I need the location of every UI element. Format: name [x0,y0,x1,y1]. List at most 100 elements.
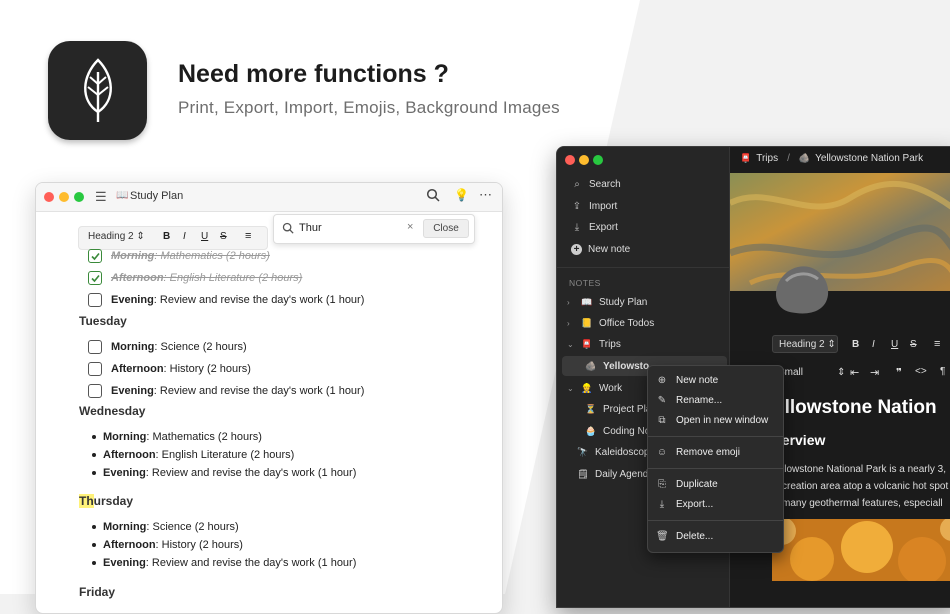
list-item[interactable]: Morning: Science (2 hours) [92,519,239,535]
sidebar-item-yellowstone[interactable]: 🪨 Yellowsto [585,358,649,374]
menu-item-open-new-window[interactable]: ⧉ Open in new window [656,412,768,428]
heading-thursday: Thursday [79,494,133,508]
menu-item-label: Remove emoji [676,446,740,458]
heading-style-select[interactable]: Heading 2 ⇕ [772,335,838,353]
menu-item-rename[interactable]: ✎ Rename... [656,392,722,408]
editor-content[interactable]: Heading 2 ⇕ B I U S ≡ Thur × Close Morni… [36,212,502,612]
sidebar-item-trips[interactable]: ⌄ 📮 Trips [567,336,621,352]
list-item[interactable]: Afternoon: English Literature (2 hours) [92,447,294,463]
more-icon[interactable]: ⋯ [479,187,492,203]
task-item[interactable]: Evening: Review and revise the day's wor… [88,291,364,309]
chevron-right-icon[interactable]: › [567,298,577,307]
sidebar-export[interactable]: ⤓ Export [571,219,618,235]
zoom-window-button[interactable] [593,155,603,165]
sidebar-item-work[interactable]: ⌄ 👷 Work [567,380,622,396]
task-item[interactable]: Morning: Mathematics (2 hours) [88,247,270,265]
lightbulb-icon[interactable]: 💡 [454,188,469,202]
rock-emoji-icon [776,266,829,314]
close-window-button[interactable] [565,155,575,165]
sidebar-item-study-plan[interactable]: › 📖 Study Plan [567,294,647,310]
item-text: : Review and revise the day's work (1 ho… [145,467,357,479]
postcard-icon: 📮 [740,153,752,163]
task-item[interactable]: Afternoon: History (2 hours) [88,360,251,378]
quote-icon[interactable]: ❞ [896,366,902,379]
underline-button[interactable]: U [891,339,898,350]
menu-separator [648,520,783,521]
sidebar-item-coding-notes[interactable]: 🧁 Coding No [585,423,650,439]
clear-search-icon[interactable]: × [407,221,413,233]
chevron-down-icon[interactable]: ⌄ [567,384,577,393]
menu-item-duplicate[interactable]: ⎘ Duplicate [656,476,718,492]
note-title: ellowstone Nation [774,397,937,418]
sidebar-import[interactable]: ⇪ Import [571,198,618,214]
list-item[interactable]: Evening: Review and revise the day's wor… [92,555,356,571]
minimize-window-button[interactable] [59,192,69,202]
item-text: : Mathematics (2 hours) [146,431,262,443]
sidebar-item-kaleidoscope[interactable]: 🔭 Kaleidoscop [577,444,649,460]
list-item[interactable]: Morning: Mathematics (2 hours) [92,429,262,445]
menu-item-delete[interactable]: 🗑 Delete... [656,528,713,544]
list-item[interactable]: Afternoon: History (2 hours) [92,537,243,553]
divider [557,267,729,268]
list-item[interactable]: Evening: Review and revise the day's wor… [92,465,356,481]
sidebar-item-project-plan[interactable]: ⏳ Project Pla [585,401,651,417]
bold-button[interactable]: B [163,231,170,242]
outdent-icon[interactable]: ⇤ [850,366,859,379]
menu-item-new-note[interactable]: ⊕ New note [656,372,718,388]
size-select[interactable]: Small ⇕ [778,367,845,378]
strikethrough-button[interactable]: S [220,231,227,242]
task-label: Afternoon [111,272,164,284]
align-icon[interactable]: ≡ [245,230,251,242]
search-icon[interactable] [426,188,440,207]
chevron-down-icon[interactable]: ⌄ [567,340,577,349]
menu-item-label: New note [676,374,719,386]
note-title: Project Pla [603,403,652,415]
underline-button[interactable]: U [201,231,208,242]
italic-button[interactable]: I [183,231,186,242]
sidebar-search[interactable]: ⌕ Search [571,176,621,192]
align-icon[interactable]: ≡ [934,338,940,350]
sidebar-toggle-icon[interactable]: ☰ [95,189,107,205]
checkbox-unchecked[interactable] [88,384,102,398]
rock-icon: 🪨 [585,360,597,371]
notes-section-label: NOTES [569,278,601,288]
paragraph-icon[interactable]: ¶ [940,366,945,377]
zoom-window-button[interactable] [74,192,84,202]
breadcrumb-parent[interactable]: Trips [756,153,778,164]
worker-icon: 👷 [581,382,593,393]
find-input[interactable]: Thur [299,222,322,234]
checkbox-unchecked[interactable] [88,340,102,354]
checkbox-checked[interactable] [88,271,102,285]
leaf-icon [83,57,112,122]
task-label: Evening [111,294,154,306]
italic-button[interactable]: I [872,339,875,350]
sidebar-item-office-todos[interactable]: › 📒 Office Todos [567,315,654,331]
note-title: Coding No [603,425,651,437]
book-icon: 📖 [581,296,593,307]
task-item[interactable]: Afternoon: English Literature (2 hours) [88,269,302,287]
checkbox-unchecked[interactable] [88,362,102,376]
menu-separator [648,436,783,437]
postcard-icon: 📮 [581,338,593,349]
note-title: Study Plan [599,296,648,308]
body-line: creation area atop a volcanic hot spot [782,481,949,492]
sidebar-item-daily-agenda[interactable]: 🗒 Daily Agend [577,466,648,482]
indent-icon[interactable]: ⇥ [870,366,879,379]
heading-style-select[interactable]: Heading 2 ⇕ [88,231,145,242]
checkbox-unchecked[interactable] [88,293,102,307]
minimize-window-button[interactable] [579,155,589,165]
checkbox-checked[interactable] [88,249,102,263]
code-icon[interactable]: <> [915,366,927,377]
bold-button[interactable]: B [852,339,859,350]
smiley-icon: ☺ [656,446,668,458]
close-window-button[interactable] [44,192,54,202]
task-item[interactable]: Morning: Science (2 hours) [88,338,247,356]
menu-item-remove-emoji[interactable]: ☺ Remove emoji [656,444,740,460]
find-close-button[interactable]: Close [423,219,469,238]
chevron-right-icon[interactable]: › [567,319,577,328]
task-item[interactable]: Evening: Review and revise the day's wor… [88,382,364,400]
strikethrough-button[interactable]: S [910,339,917,350]
task-text: : Review and revise the day's work (1 ho… [153,294,365,306]
sidebar-new-note[interactable]: + New note [571,241,630,257]
menu-item-export[interactable]: ⤓ Export... [656,496,713,512]
